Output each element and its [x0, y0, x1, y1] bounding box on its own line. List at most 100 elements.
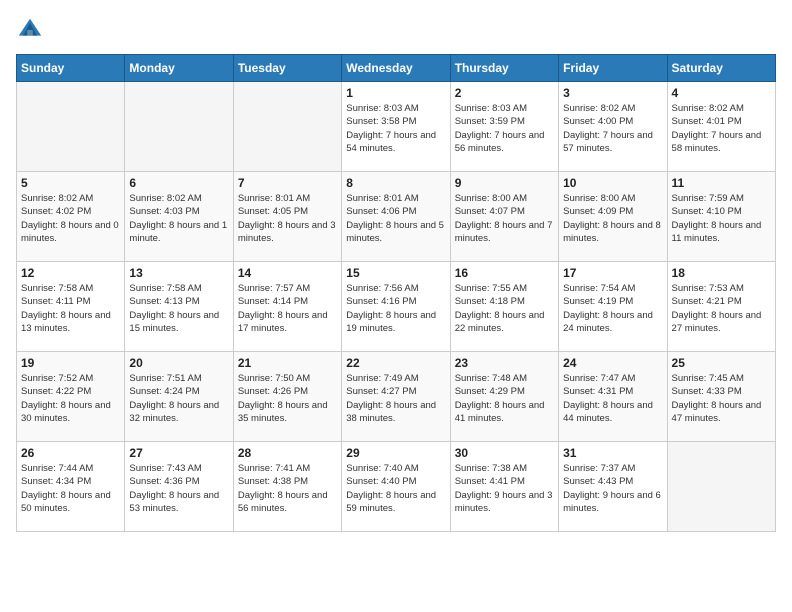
day-info: Sunrise: 7:57 AM Sunset: 4:14 PM Dayligh… [238, 282, 337, 335]
week-row-1: 5 Sunrise: 8:02 AM Sunset: 4:02 PM Daylig… [17, 172, 776, 262]
day-cell: 12 Sunrise: 7:58 AM Sunset: 4:11 PM Dayli… [17, 262, 125, 352]
day-info: Sunrise: 7:41 AM Sunset: 4:38 PM Dayligh… [238, 462, 337, 515]
day-info: Sunrise: 7:37 AM Sunset: 4:43 PM Dayligh… [563, 462, 662, 515]
week-row-4: 26Sunrise: 7:44 AM Sunset: 4:34 PM Dayli… [17, 442, 776, 532]
day-cell: 3 Sunrise: 8:02 AM Sunset: 4:00 PM Daylig… [559, 82, 667, 172]
day-info: Sunrise: 8:03 AM Sunset: 3:58 PM Dayligh… [346, 102, 445, 155]
day-cell: 13 Sunrise: 7:58 AM Sunset: 4:13 PM Dayli… [125, 262, 233, 352]
day-number: 17 [563, 266, 662, 280]
day-cell: 10 Sunrise: 8:00 AM Sunset: 4:09 PM Dayli… [559, 172, 667, 262]
day-cell: 19Sunrise: 7:52 AM Sunset: 4:22 PM Dayli… [17, 352, 125, 442]
day-number: 12 [21, 266, 120, 280]
day-number: 21 [238, 356, 337, 370]
day-info: Sunrise: 7:51 AM Sunset: 4:24 PM Dayligh… [129, 372, 228, 425]
day-cell: 22 Sunrise: 7:49 AM Sunset: 4:27 PM Dayli… [342, 352, 450, 442]
day-cell: 16 Sunrise: 7:55 AM Sunset: 4:18 PM Dayli… [450, 262, 558, 352]
day-header-wednesday: Wednesday [342, 55, 450, 82]
day-number: 3 [563, 86, 662, 100]
day-number: 1 [346, 86, 445, 100]
logo-icon [16, 16, 44, 44]
day-info: Sunrise: 7:44 AM Sunset: 4:34 PM Dayligh… [21, 462, 120, 515]
day-cell: 18Sunrise: 7:53 AM Sunset: 4:21 PM Dayli… [667, 262, 775, 352]
day-header-friday: Friday [559, 55, 667, 82]
day-info: Sunrise: 7:38 AM Sunset: 4:41 PM Dayligh… [455, 462, 554, 515]
day-cell: 24 Sunrise: 7:47 AM Sunset: 4:31 PM Dayli… [559, 352, 667, 442]
day-info: Sunrise: 7:48 AM Sunset: 4:29 PM Dayligh… [455, 372, 554, 425]
header [16, 16, 776, 44]
day-cell: 6 Sunrise: 8:02 AM Sunset: 4:03 PM Daylig… [125, 172, 233, 262]
day-info: Sunrise: 7:56 AM Sunset: 4:16 PM Dayligh… [346, 282, 445, 335]
day-cell: 27 Sunrise: 7:43 AM Sunset: 4:36 PM Dayli… [125, 442, 233, 532]
day-info: Sunrise: 7:50 AM Sunset: 4:26 PM Dayligh… [238, 372, 337, 425]
day-info: Sunrise: 7:55 AM Sunset: 4:18 PM Dayligh… [455, 282, 554, 335]
day-cell: 31 Sunrise: 7:37 AM Sunset: 4:43 PM Dayli… [559, 442, 667, 532]
header-row: SundayMondayTuesdayWednesdayThursdayFrid… [17, 55, 776, 82]
week-row-0: 1 Sunrise: 8:03 AM Sunset: 3:58 PM Daylig… [17, 82, 776, 172]
day-number: 6 [129, 176, 228, 190]
day-number: 29 [346, 446, 445, 460]
day-number: 14 [238, 266, 337, 280]
day-info: Sunrise: 7:54 AM Sunset: 4:19 PM Dayligh… [563, 282, 662, 335]
day-info: Sunrise: 8:02 AM Sunset: 4:03 PM Dayligh… [129, 192, 228, 245]
day-cell: 14 Sunrise: 7:57 AM Sunset: 4:14 PM Dayli… [233, 262, 341, 352]
day-cell: 21 Sunrise: 7:50 AM Sunset: 4:26 PM Dayli… [233, 352, 341, 442]
day-cell: 29 Sunrise: 7:40 AM Sunset: 4:40 PM Dayli… [342, 442, 450, 532]
day-info: Sunrise: 8:01 AM Sunset: 4:06 PM Dayligh… [346, 192, 445, 245]
day-info: Sunrise: 8:02 AM Sunset: 4:00 PM Dayligh… [563, 102, 662, 155]
day-cell [17, 82, 125, 172]
day-info: Sunrise: 8:02 AM Sunset: 4:01 PM Dayligh… [672, 102, 771, 155]
day-number: 7 [238, 176, 337, 190]
day-info: Sunrise: 7:59 AM Sunset: 4:10 PM Dayligh… [672, 192, 771, 245]
day-info: Sunrise: 8:02 AM Sunset: 4:02 PM Dayligh… [21, 192, 120, 245]
page: SundayMondayTuesdayWednesdayThursdayFrid… [0, 0, 792, 542]
day-cell: 25 Sunrise: 7:45 AM Sunset: 4:33 PM Dayli… [667, 352, 775, 442]
day-header-saturday: Saturday [667, 55, 775, 82]
day-cell: 5 Sunrise: 8:02 AM Sunset: 4:02 PM Daylig… [17, 172, 125, 262]
day-cell: 30 Sunrise: 7:38 AM Sunset: 4:41 PM Dayli… [450, 442, 558, 532]
day-info: Sunrise: 7:43 AM Sunset: 4:36 PM Dayligh… [129, 462, 228, 515]
day-number: 13 [129, 266, 228, 280]
day-number: 4 [672, 86, 771, 100]
day-number: 15 [346, 266, 445, 280]
day-number: 25 [672, 356, 771, 370]
day-info: Sunrise: 7:49 AM Sunset: 4:27 PM Dayligh… [346, 372, 445, 425]
day-info: Sunrise: 8:01 AM Sunset: 4:05 PM Dayligh… [238, 192, 337, 245]
day-number: 16 [455, 266, 554, 280]
day-number: 22 [346, 356, 445, 370]
week-row-3: 19Sunrise: 7:52 AM Sunset: 4:22 PM Dayli… [17, 352, 776, 442]
day-number: 9 [455, 176, 554, 190]
day-number: 23 [455, 356, 554, 370]
day-number: 24 [563, 356, 662, 370]
day-cell [233, 82, 341, 172]
day-cell [667, 442, 775, 532]
day-info: Sunrise: 7:58 AM Sunset: 4:13 PM Dayligh… [129, 282, 228, 335]
logo [16, 16, 48, 44]
day-number: 28 [238, 446, 337, 460]
day-info: Sunrise: 8:03 AM Sunset: 3:59 PM Dayligh… [455, 102, 554, 155]
day-number: 2 [455, 86, 554, 100]
day-info: Sunrise: 7:53 AM Sunset: 4:21 PM Dayligh… [672, 282, 771, 335]
day-number: 8 [346, 176, 445, 190]
day-info: Sunrise: 7:58 AM Sunset: 4:11 PM Dayligh… [21, 282, 120, 335]
day-cell: 4 Sunrise: 8:02 AM Sunset: 4:01 PM Daylig… [667, 82, 775, 172]
day-header-sunday: Sunday [17, 55, 125, 82]
day-cell: 20Sunrise: 7:51 AM Sunset: 4:24 PM Dayli… [125, 352, 233, 442]
day-info: Sunrise: 7:40 AM Sunset: 4:40 PM Dayligh… [346, 462, 445, 515]
week-row-2: 12 Sunrise: 7:58 AM Sunset: 4:11 PM Dayli… [17, 262, 776, 352]
day-info: Sunrise: 8:00 AM Sunset: 4:09 PM Dayligh… [563, 192, 662, 245]
day-info: Sunrise: 7:52 AM Sunset: 4:22 PM Dayligh… [21, 372, 120, 425]
day-info: Sunrise: 7:45 AM Sunset: 4:33 PM Dayligh… [672, 372, 771, 425]
day-number: 11 [672, 176, 771, 190]
day-number: 27 [129, 446, 228, 460]
day-number: 10 [563, 176, 662, 190]
day-cell: 11 Sunrise: 7:59 AM Sunset: 4:10 PM Dayli… [667, 172, 775, 262]
day-header-tuesday: Tuesday [233, 55, 341, 82]
day-cell: 8 Sunrise: 8:01 AM Sunset: 4:06 PM Daylig… [342, 172, 450, 262]
day-header-monday: Monday [125, 55, 233, 82]
day-number: 31 [563, 446, 662, 460]
day-number: 30 [455, 446, 554, 460]
day-info: Sunrise: 7:47 AM Sunset: 4:31 PM Dayligh… [563, 372, 662, 425]
day-cell: 7 Sunrise: 8:01 AM Sunset: 4:05 PM Daylig… [233, 172, 341, 262]
day-number: 5 [21, 176, 120, 190]
day-info: Sunrise: 8:00 AM Sunset: 4:07 PM Dayligh… [455, 192, 554, 245]
